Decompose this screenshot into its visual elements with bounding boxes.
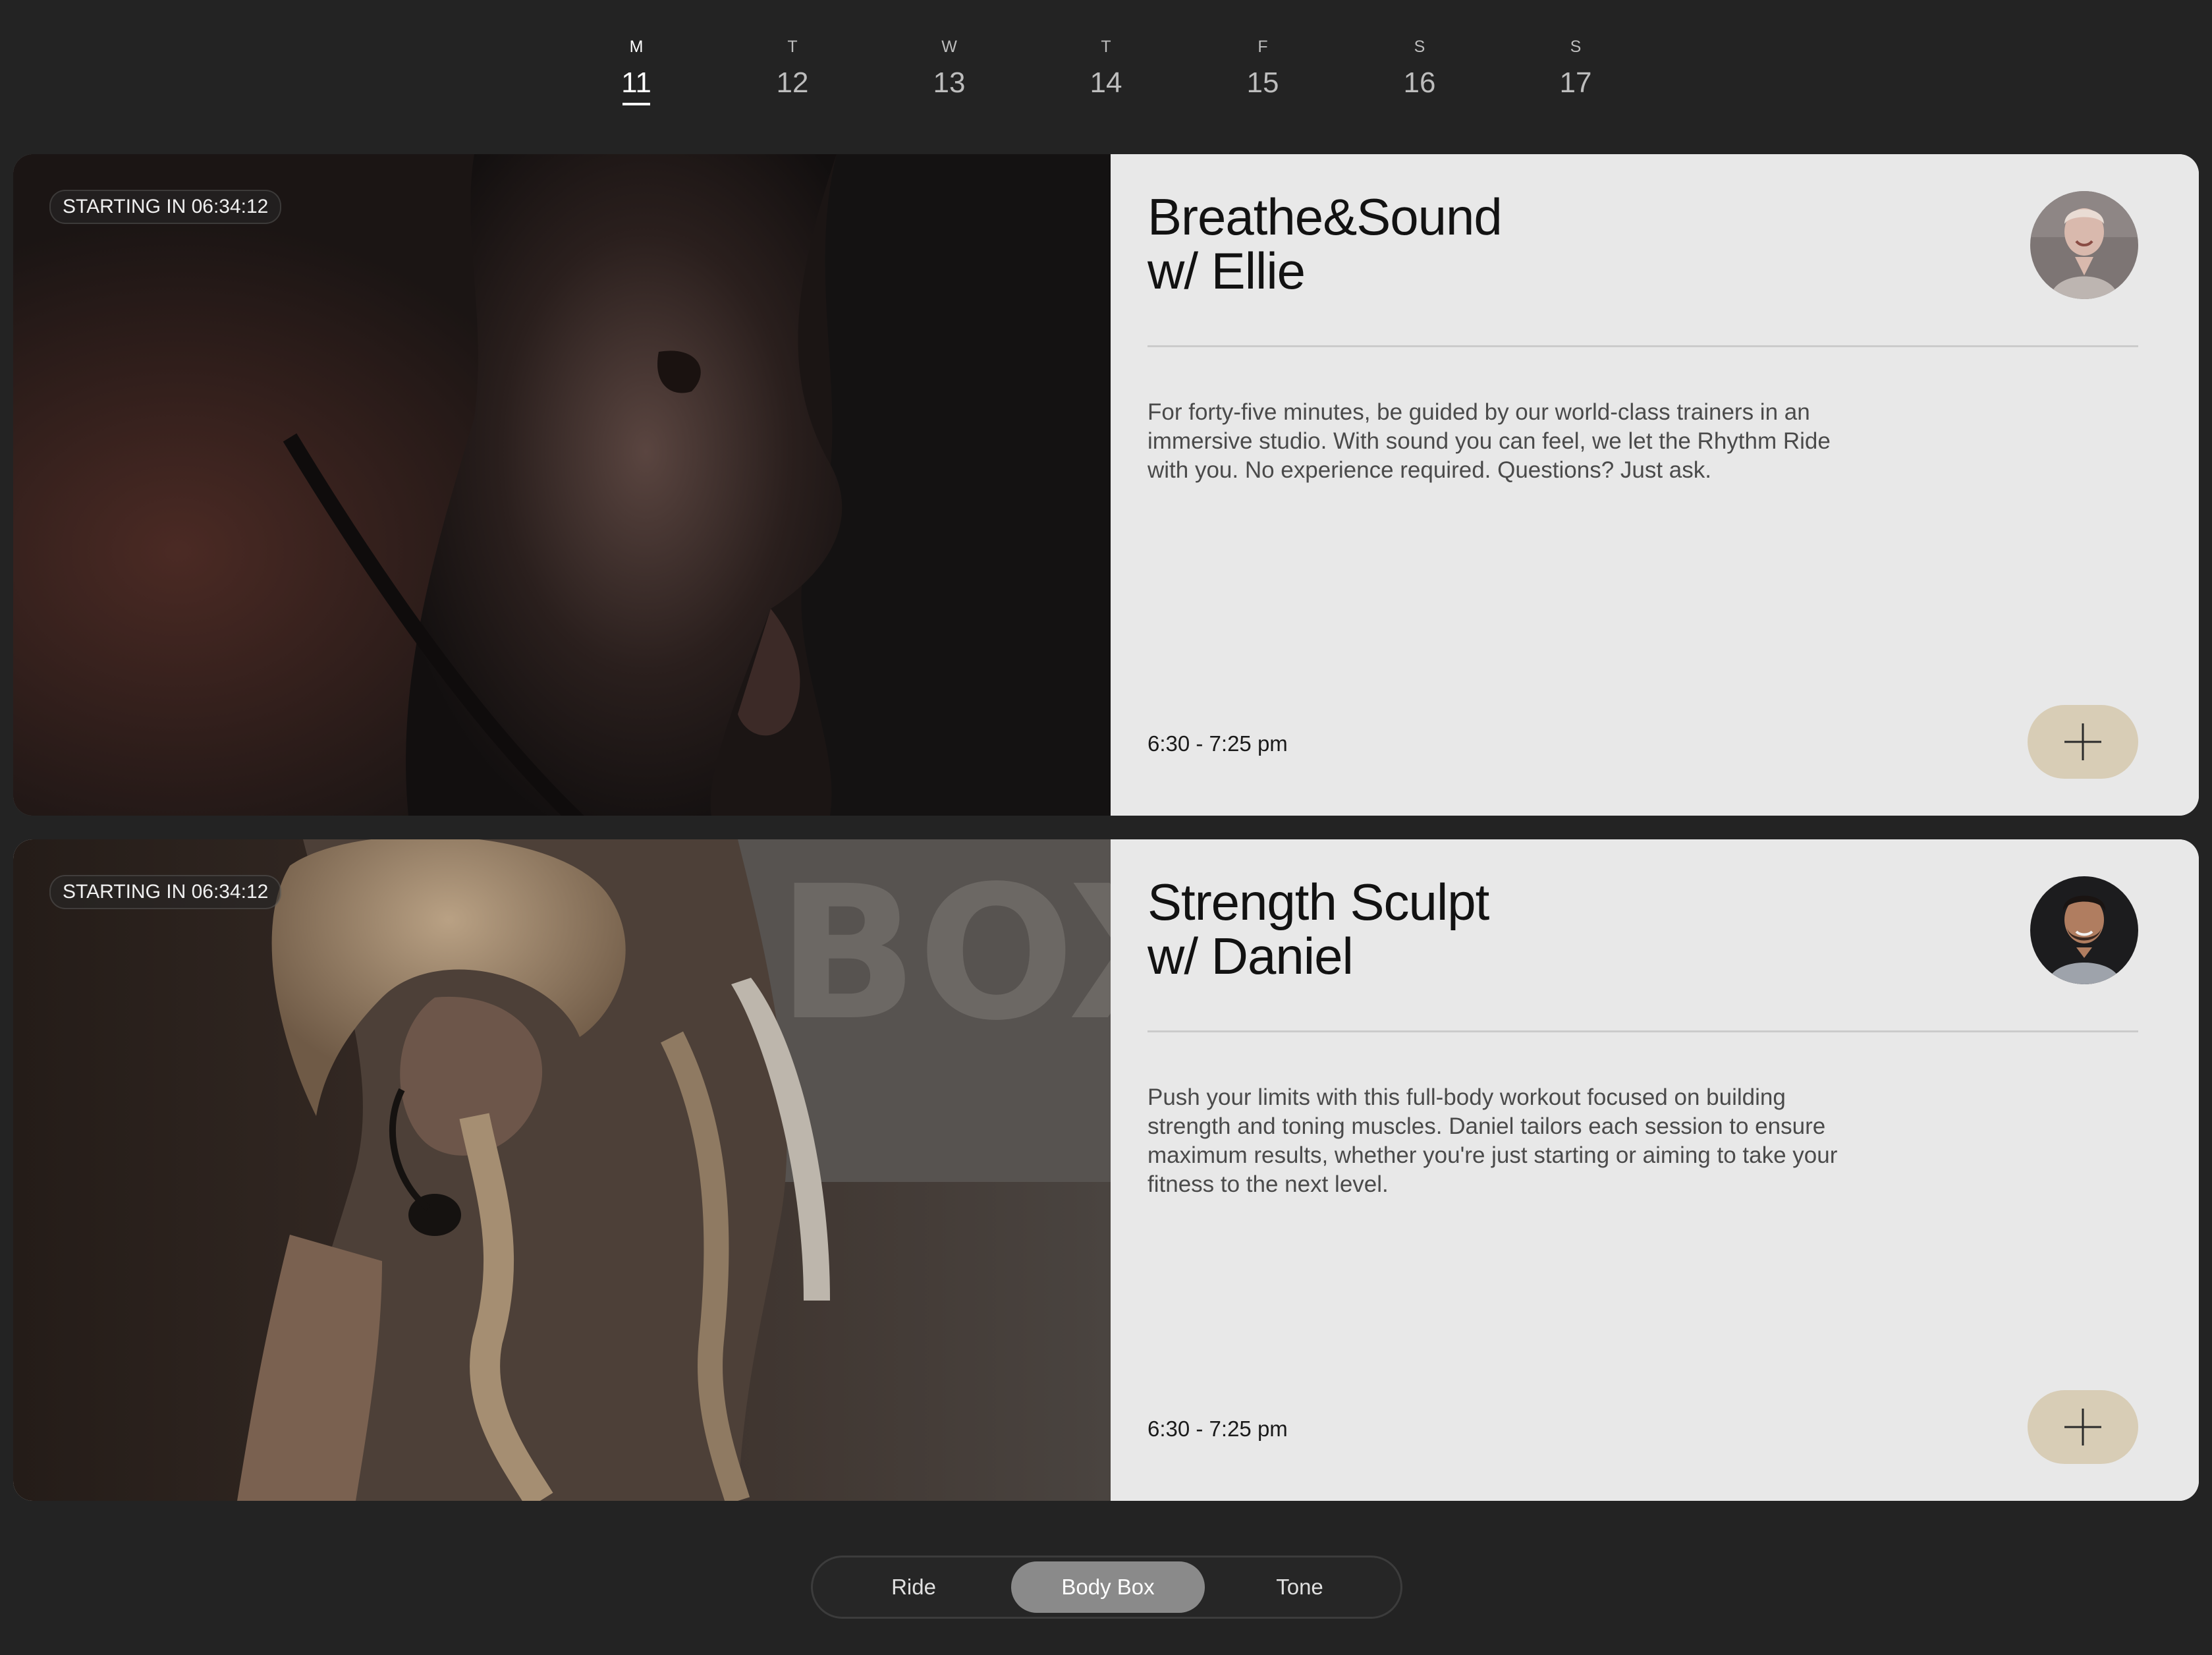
class-info-panel: Strength Sculpt w/ Daniel Push your limi… [1111,839,2199,1501]
plus-icon [2064,723,2101,760]
class-info-panel: Breathe&Sound w/ Ellie For forty-five mi… [1111,154,2199,816]
class-card[interactable]: STARTING IN 06:34:12 Breathe&Sound w/ El… [13,154,2199,816]
instructor-avatar[interactable] [2030,876,2138,984]
class-card[interactable]: BOX STARTING IN 06:34:12 Strength Sculpt… [13,839,2199,1501]
class-time: 6:30 - 7:25 pm [1147,731,1288,756]
category-segmented-control: Ride Body Box Tone [811,1556,1402,1619]
class-video-thumbnail[interactable]: STARTING IN 06:34:12 [13,154,1111,816]
day-number: 14 [1090,67,1122,99]
day-number: 17 [1559,67,1592,99]
day-friday-15[interactable]: F 15 [1223,36,1302,105]
svg-text:BOX: BOX [777,847,1111,1061]
instructor-name: w/ Daniel [1147,927,1354,985]
class-description: For forty-five minutes, be guided by our… [1147,399,1831,483]
starting-countdown-badge: STARTING IN 06:34:12 [49,190,282,224]
divider [1147,345,2138,347]
class-title: Breathe&Sound w/ Ellie [1147,188,1503,300]
add-class-button[interactable] [2028,1390,2138,1464]
day-letter: S [1570,38,1582,56]
class-title: Strength Sculpt w/ Daniel [1147,875,1489,983]
class-description: Push your limits with this full-body wor… [1147,1084,1838,1197]
day-monday-11[interactable]: M 11 [597,36,676,105]
day-letter: W [941,38,957,56]
add-class-button[interactable] [2028,705,2138,779]
day-wednesday-13[interactable]: W 13 [910,36,989,105]
day-number: 11 [621,67,651,99]
day-number: 12 [776,67,809,99]
tab-tone[interactable]: Tone [1203,1561,1396,1613]
tab-ride[interactable]: Ride [817,1561,1010,1613]
class-name: Breathe&Sound [1147,188,1503,246]
day-number: 16 [1403,67,1436,99]
instructor-photo: BOX [13,839,1111,1501]
day-letter: T [1101,38,1111,56]
day-thursday-14[interactable]: T 14 [1066,36,1146,105]
avatar-image [2030,191,2138,299]
class-name: Strength Sculpt [1147,873,1489,931]
day-letter: S [1414,38,1425,56]
tab-body-box[interactable]: Body Box [1011,1561,1205,1613]
instructor-photo [13,154,1111,816]
active-day-underline [622,103,650,105]
starting-countdown-badge: STARTING IN 06:34:12 [49,875,282,909]
instructor-name: w/ Ellie [1147,242,1306,300]
divider [1147,1030,2138,1032]
day-tuesday-12[interactable]: T 12 [753,36,832,105]
class-time: 6:30 - 7:25 pm [1147,1417,1288,1441]
day-saturday-16[interactable]: S 16 [1380,36,1459,105]
day-number: 15 [1246,67,1279,99]
class-video-thumbnail[interactable]: BOX STARTING IN 06:34:12 [13,839,1111,1501]
day-sunday-17[interactable]: S 17 [1536,36,1615,105]
instructor-avatar[interactable] [2030,191,2138,299]
day-letter: M [629,38,644,56]
day-number: 13 [933,67,966,99]
day-letter: T [787,38,798,56]
avatar-image [2030,876,2138,984]
day-letter: F [1258,38,1268,56]
plus-icon [2064,1409,2101,1445]
week-selector: M 11 T 12 W 13 T 14 F 15 S 16 S 17 [0,0,2212,132]
